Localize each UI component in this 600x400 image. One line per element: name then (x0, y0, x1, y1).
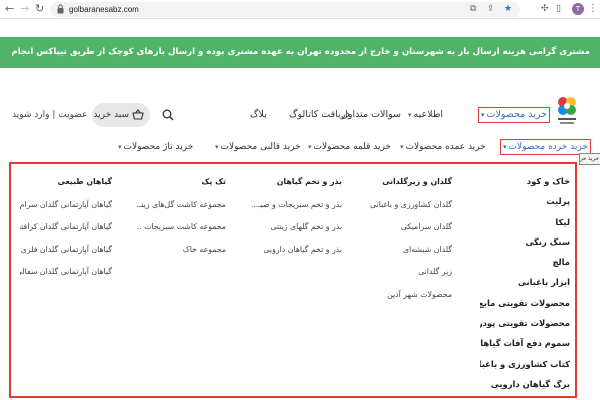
nav-blog[interactable]: بلاگ (250, 109, 267, 121)
chevron-down-icon: ▾ (400, 143, 404, 151)
reload-icon[interactable]: ↻ (35, 2, 44, 16)
menu-item[interactable]: گیاهان آپارتمانی گلدان کرافتی (20, 221, 112, 244)
menu-item[interactable]: گیاهان آپارتمانی گلدان فلزی (20, 244, 112, 267)
menu-column-heading[interactable]: بذر و تخم گیاهان (242, 176, 342, 199)
chevron-down-icon: ▾ (408, 111, 412, 119)
sidebar-panel-icon[interactable]: ▯ (556, 2, 561, 16)
menu-item[interactable]: کتاب کشاورزی و باغبانی (480, 359, 570, 379)
menu-column-single-pack: تک پک مجموعه کاشت گل‌های زینـ... مجموعه … (136, 176, 226, 266)
menu-item[interactable]: پرلیت (480, 196, 570, 216)
menu-item[interactable]: سنگ رنگی (480, 237, 570, 257)
kebab-menu-icon[interactable]: ⋮ (588, 2, 598, 16)
nav-buy-products-label: خرید محصولات (486, 109, 548, 120)
forward-arrow-icon[interactable]: → (20, 2, 29, 16)
cart-label: سبد خرید (93, 110, 129, 120)
subnav-retail-products[interactable]: خرید خرده محصولات▾ (500, 139, 591, 155)
menu-item[interactable]: محصولات تقویتی پودری (480, 318, 570, 338)
chevron-down-icon: ▾ (481, 111, 485, 119)
menu-item[interactable]: گیاهان آپارتمانی گلدان سفالی (20, 266, 112, 289)
menu-item[interactable]: مجموعه خاک (136, 244, 226, 267)
menu-column-heading[interactable]: گلدان و زیرگلدانی (366, 176, 452, 199)
cart-button[interactable]: سبد خرید (92, 103, 150, 127)
site-logo[interactable] (555, 95, 579, 129)
menu-column-pots: گلدان و زیرگلدانی گلدان کشاورزی و باغبان… (366, 176, 452, 312)
menu-item[interactable]: مجموعه کاشت گل‌های زینـ... (136, 199, 226, 222)
chevron-down-icon: ▾ (503, 143, 507, 151)
subnav-mold-products[interactable]: خرید قالبی محصولات▾ (215, 141, 301, 153)
back-arrow-icon[interactable]: ← (5, 2, 14, 16)
url-text[interactable]: golbaranesabz.com (69, 3, 139, 16)
open-external-icon[interactable]: ⧉ (470, 3, 476, 16)
lock-icon[interactable] (57, 4, 64, 14)
menu-item[interactable]: زیر گلدانی (366, 266, 452, 289)
banner-text: مشتری گرامی هزینه ارسال بار به شهرستان و… (10, 47, 590, 57)
chevron-down-icon: ▾ (118, 143, 122, 151)
chevron-down-icon: ▾ (215, 143, 219, 151)
menu-item[interactable]: گلدان کشاورزی و باغبانی (366, 199, 452, 222)
subnav-cutting-label: خرید قلمه محصولات (313, 142, 391, 152)
menu-item[interactable]: گیاهان آپارتمانی گلدان سرام... (20, 199, 112, 222)
menu-item[interactable]: گلدان سرامیکی (366, 221, 452, 244)
login-register-link[interactable]: عضویت | وارد شوید (12, 109, 87, 121)
nav-announcements-label: اطلاعیه (413, 109, 444, 120)
menu-item[interactable]: لیکا (480, 217, 570, 237)
browser-toolbar: ← → ↻ golbaranesabz.com ⧉ ⇪ ★ ✣ ▯ T ⋮ (0, 0, 600, 19)
menu-item[interactable]: برگ گیاهان دارویی (480, 379, 570, 399)
subnav-cutting-products[interactable]: خرید قلمه محصولات▾ (308, 141, 391, 153)
menu-item[interactable]: محصولات تقویتی مایع (480, 298, 570, 318)
hover-tooltip: خرید خرده محصولات (579, 153, 600, 165)
subnav-retail-label: خرید خرده محصولات (508, 142, 588, 152)
nav-buy-products[interactable]: خرید محصولات▾ (478, 107, 551, 123)
menu-item[interactable]: بذر و تخم سبزیجات و صیـ... (242, 199, 342, 222)
menu-column-natural-plants: گیاهان طبیعی گیاهان آپارتمانی گلدان سرام… (20, 176, 112, 289)
subnav-wholesale-label: خرید عمده محصولات (405, 142, 486, 152)
menu-item[interactable]: بذر و تخم گیاهان دارویی (242, 244, 342, 267)
menu-item[interactable]: ابزار باغبانی (480, 277, 570, 297)
chevron-down-icon: ▾ (308, 143, 312, 151)
menu-item[interactable]: مالچ (480, 257, 570, 277)
subnav-new-label: خرید تاژ محصولات (123, 142, 194, 152)
menu-item[interactable]: محصولات شهر آذین (366, 289, 452, 312)
menu-item[interactable]: گلدان شیشه‌ای (366, 244, 452, 267)
menu-item[interactable]: مجموعه کاشت سبزیجات ... (136, 221, 226, 244)
menu-column-heading[interactable]: تک پک (136, 176, 226, 199)
address-bar[interactable]: golbaranesabz.com ⧉ ⇪ ★ (50, 2, 520, 17)
shopping-basket-icon (132, 109, 144, 120)
subnav-wholesale-products[interactable]: خرید عمده محصولات▾ (400, 141, 486, 153)
subnav-new-products[interactable]: خرید تاژ محصولات▾ (118, 141, 193, 153)
announcement-banner: مشتری گرامی هزینه ارسال بار به شهرستان و… (0, 37, 600, 68)
nav-announcements[interactable]: اطلاعیه▾ (408, 109, 443, 121)
profile-avatar[interactable]: T (572, 3, 584, 15)
menu-item[interactable]: خاک و کود (480, 176, 570, 196)
menu-column-heading[interactable]: گیاهان طبیعی (20, 176, 112, 199)
menu-item[interactable]: بذر و تخم گلهای زینتی (242, 221, 342, 244)
extensions-puzzle-icon[interactable]: ✣ (541, 2, 549, 16)
nav-catalog[interactable]: دریافت کاتالوگ (289, 109, 350, 121)
share-icon[interactable]: ⇪ (487, 3, 495, 16)
bookmark-star-icon[interactable]: ★ (504, 3, 512, 16)
search-icon[interactable] (162, 109, 174, 121)
menu-item[interactable]: سموم دفع آفات گیاهان (480, 338, 570, 358)
menu-column-seeds: بذر و تخم گیاهان بذر و تخم سبزیجات و صیـ… (242, 176, 342, 266)
subnav-mold-label: خرید قالبی محصولات (220, 142, 301, 152)
menu-column-main: خاک و کود پرلیت لیکا سنگ رنگی مالچ ابزار… (480, 176, 570, 399)
